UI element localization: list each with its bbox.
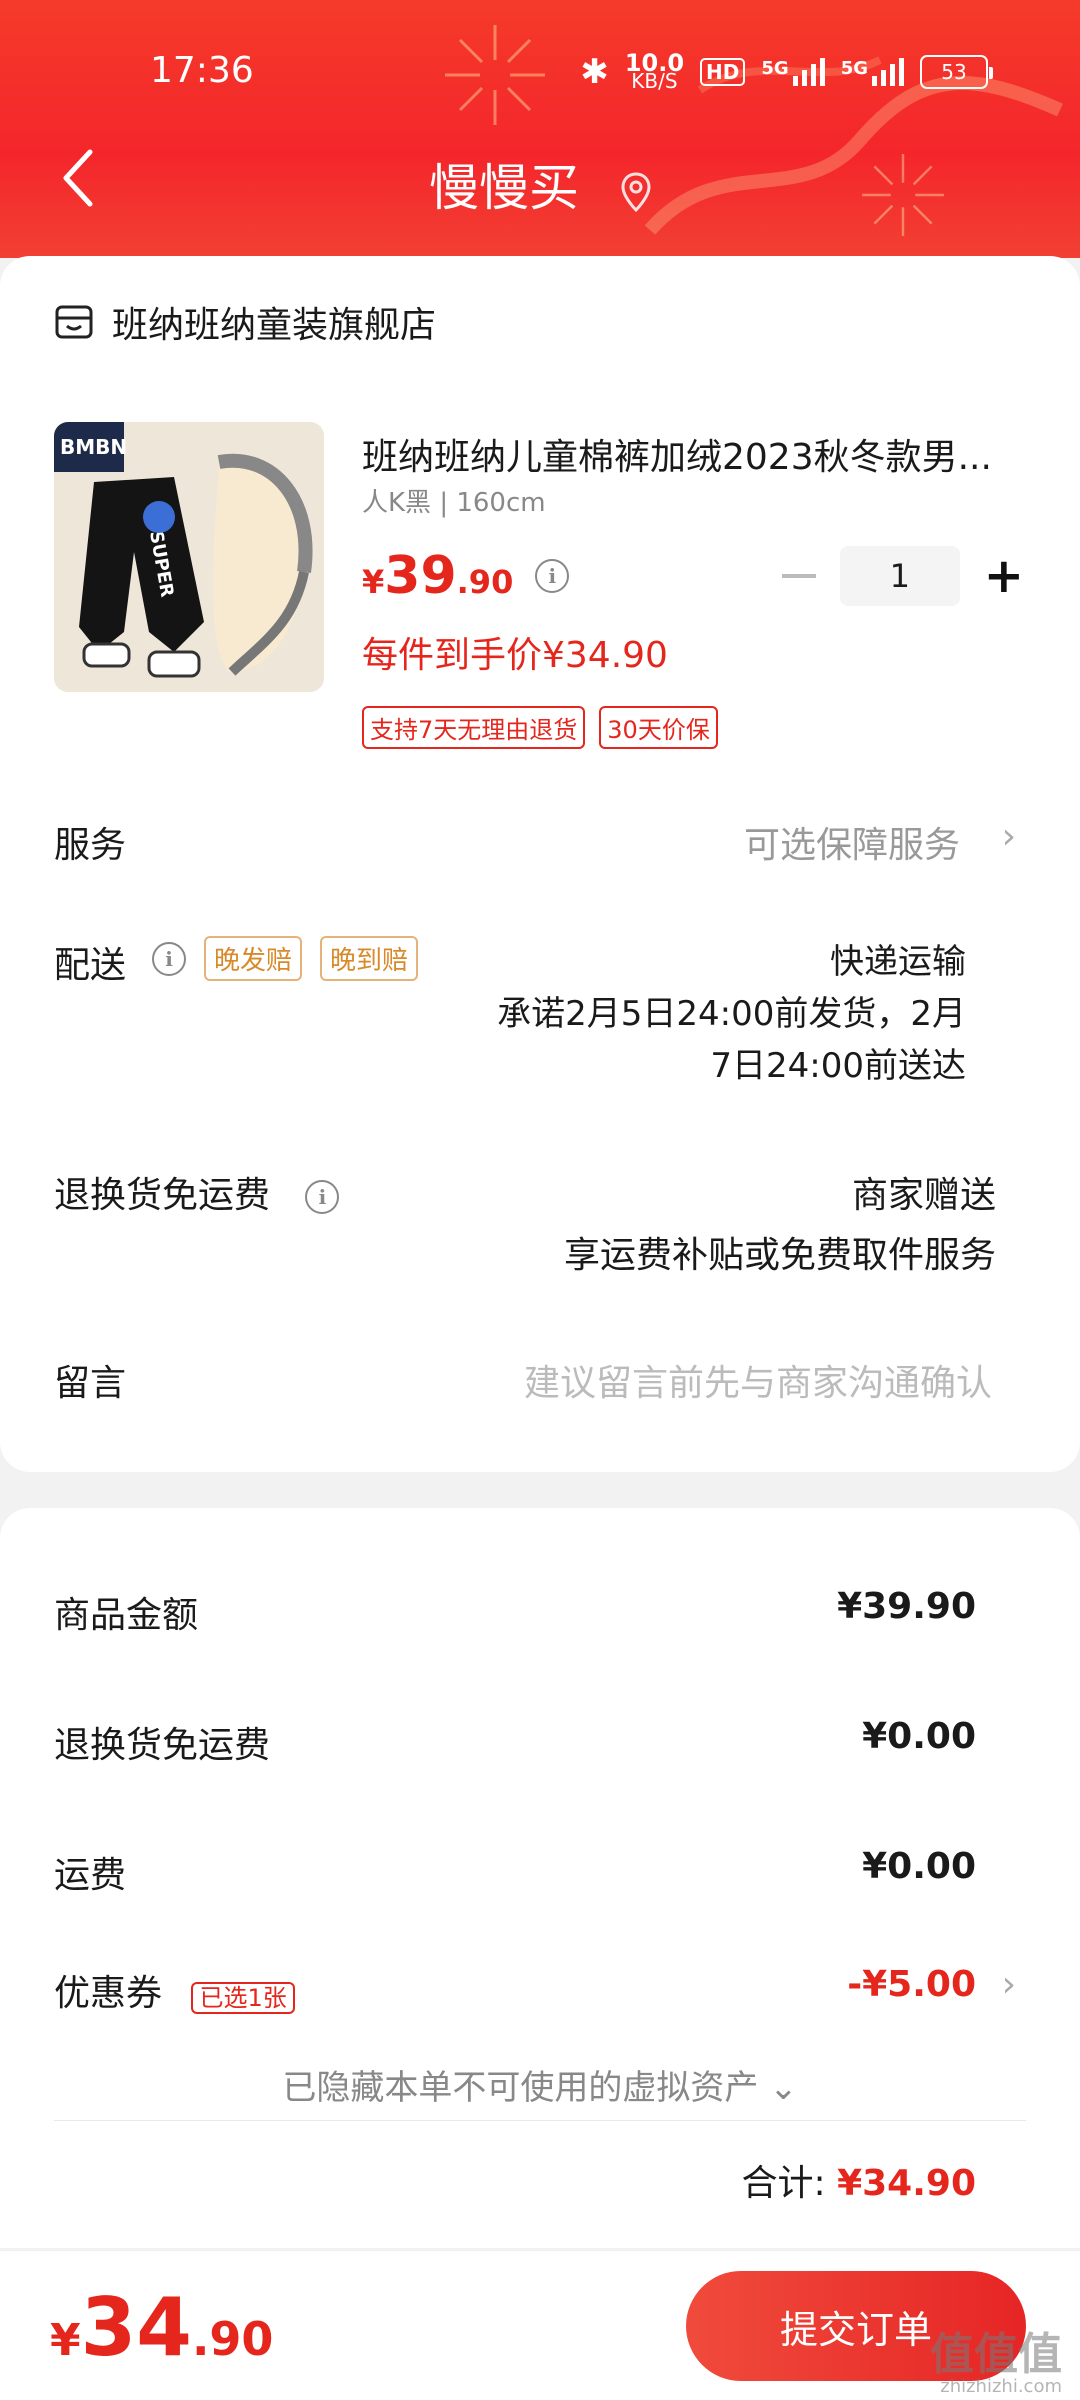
coupon-label: 优惠券 — [54, 1973, 163, 2014]
product-title[interactable]: 班纳班纳儿童棉裤加绒2023秋冬款男... — [362, 428, 1022, 480]
clock: 17:36 — [150, 50, 254, 91]
return-policy-tag: 支持7天无理由退货 — [362, 706, 586, 749]
return-shipping-info-icon[interactable]: i — [305, 1180, 340, 1214]
total-label: 合计: — [741, 2163, 826, 2204]
return-shipping-info: 商家赠送 享运费补贴或免费取件服务 — [564, 1166, 996, 1286]
chevron-down-icon: ⌄ — [769, 2068, 798, 2108]
delivery-method: 快递运输 — [830, 942, 966, 982]
chevron-right-icon[interactable]: › — [1002, 1964, 1016, 2005]
decrease-quantity-button[interactable] — [781, 574, 816, 578]
service-label: 服务 — [54, 825, 127, 866]
return-shipping-detail: 享运费补贴或免费取件服务 — [563, 1235, 996, 1276]
shop-name: 班纳班纳童装旗舰店 — [112, 305, 437, 346]
price-info-icon[interactable]: i — [535, 559, 570, 593]
shop-row[interactable]: 班纳班纳童装旗舰店 — [54, 296, 436, 348]
return-shipping-value: 商家赠送 — [851, 1175, 996, 1216]
shop-icon — [55, 305, 93, 339]
bluetooth-icon: ✱ — [580, 52, 609, 92]
network-speed: 10.0 KB/S — [624, 49, 685, 93]
delivery-info[interactable]: 快递运输 承诺2月5日24:00前发货，2月 7日24:00前送达 — [497, 936, 966, 1092]
page-title: 慢慢买 — [429, 159, 580, 217]
watermark: 值值值 zhizhizhi.com — [930, 2329, 1062, 2397]
battery-icon: 53 — [920, 55, 993, 89]
signal-icon: 5G — [841, 58, 904, 86]
total-row: 合计: ¥34.90 — [741, 2154, 976, 2206]
delivery-label: 配送 — [54, 945, 127, 986]
delivery-promise-line2: 7日24:00前送达 — [710, 1046, 966, 1086]
product-tags: 支持7天无理由退货 30天价保 — [362, 706, 718, 749]
product-image[interactable]: BMBN SUPER — [54, 422, 324, 692]
late-arrival-compensation-tag: 晚到赔 — [320, 936, 419, 981]
svg-text:BMBN: BMBN — [60, 435, 127, 459]
quantity-stepper: 1 + — [781, 546, 1024, 606]
return-fee-label: 退换货免运费 — [54, 1725, 271, 1766]
goods-amount-label: 商品金额 — [54, 1595, 199, 1636]
coupon-value: -¥5.00 — [847, 1964, 976, 2005]
header-banner: 17:36 ✱ 10.0 KB/S HD 5G 5G 53 慢慢买 — [0, 0, 1080, 258]
status-bar: 17:36 ✱ 10.0 KB/S HD 5G 5G 53 — [0, 40, 1080, 100]
checkout-bar: ¥ 34 .90 提交订单 值值值 zhizhizhi.com — [0, 2250, 1080, 2400]
page-header: 慢慢买 — [0, 148, 1080, 220]
location-pin-icon[interactable] — [621, 171, 651, 212]
hidden-assets-toggle[interactable]: 已隐藏本单不可使用的虚拟资产 ⌄ — [0, 2060, 1080, 2109]
service-value[interactable]: 可选保障服务 — [744, 816, 960, 868]
goods-amount-row: 商品金额 ¥39.90 — [54, 1586, 976, 1638]
return-shipping-label: 退换货免运费 i — [54, 1166, 340, 1218]
quantity-value[interactable]: 1 — [839, 546, 960, 606]
memo-input[interactable]: 建议留言前先与商家沟通确认 — [524, 1354, 992, 1406]
late-ship-compensation-tag: 晚发赔 — [204, 936, 303, 981]
memo-label: 留言 — [54, 1363, 127, 1404]
shipping-row: 运费 ¥0.00 — [54, 1846, 976, 1898]
hd-icon: HD — [700, 58, 746, 86]
product-spec[interactable]: 人K黑 | 160cm — [362, 482, 546, 519]
final-price: 每件到手价¥34.90 — [362, 635, 668, 676]
shipping-value: ¥0.00 — [862, 1846, 976, 1887]
signal-icon: 5G — [761, 58, 825, 86]
divider — [54, 2120, 1026, 2121]
price-protection-tag: 30天价保 — [599, 706, 718, 749]
shipping-label: 运费 — [54, 1855, 127, 1896]
return-fee-value: ¥0.00 — [862, 1716, 976, 1757]
delivery-tags: i 晚发赔 晚到赔 — [152, 936, 419, 981]
delivery-info-icon[interactable]: i — [152, 941, 186, 976]
coupon-selected-badge: 已选1张 — [191, 1981, 295, 2014]
delivery-promise-line1: 承诺2月5日24:00前发货，2月 — [497, 994, 966, 1034]
goods-amount-value: ¥39.90 — [837, 1586, 976, 1627]
total-value: ¥34.90 — [837, 2163, 976, 2204]
chevron-right-icon[interactable]: › — [1002, 816, 1016, 857]
payable-price: ¥ 34 .90 — [50, 2281, 274, 2374]
order-item-card: 班纳班纳童装旗舰店 BMBN SUPER 班纳班纳儿童棉裤加绒2023秋冬款男.… — [0, 256, 1080, 1472]
increase-quantity-button[interactable]: + — [984, 548, 1024, 604]
coupon-row[interactable]: 优惠券 已选1张 -¥5.00 — [54, 1964, 976, 2016]
return-fee-row: 退换货免运费 ¥0.00 — [54, 1716, 976, 1768]
product-price: ¥ 39 .90 i — [362, 546, 570, 606]
